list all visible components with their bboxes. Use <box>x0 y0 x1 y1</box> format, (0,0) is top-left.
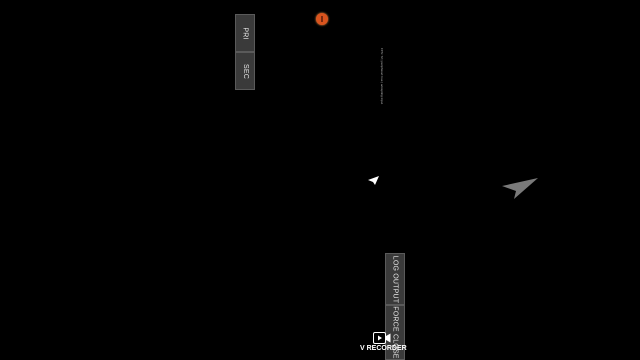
recorder-watermark: V RECORDER <box>360 332 407 358</box>
sec-button[interactable]: SEC <box>235 52 255 90</box>
cursor-arrow-icon <box>368 176 379 185</box>
game-screen[interactable]: PRI SEC FPS: 72 | peripheral: true | acc… <box>0 0 640 360</box>
pri-button[interactable]: PRI <box>235 14 255 52</box>
shield-badge-icon <box>316 13 328 25</box>
sec-button-label: SEC <box>241 63 249 79</box>
video-recorder-icon <box>373 332 391 344</box>
pri-button-label: PRI <box>241 26 249 40</box>
large-arrow-pointer-icon <box>502 178 538 199</box>
status-text: FPS: 72 | peripheral: true | accepting i… <box>380 48 384 105</box>
log-output-button[interactable]: LOG OUTPUT <box>385 253 405 305</box>
log-output-button-label: LOG OUTPUT <box>391 255 399 303</box>
recorder-label: V RECORDER <box>360 345 407 352</box>
